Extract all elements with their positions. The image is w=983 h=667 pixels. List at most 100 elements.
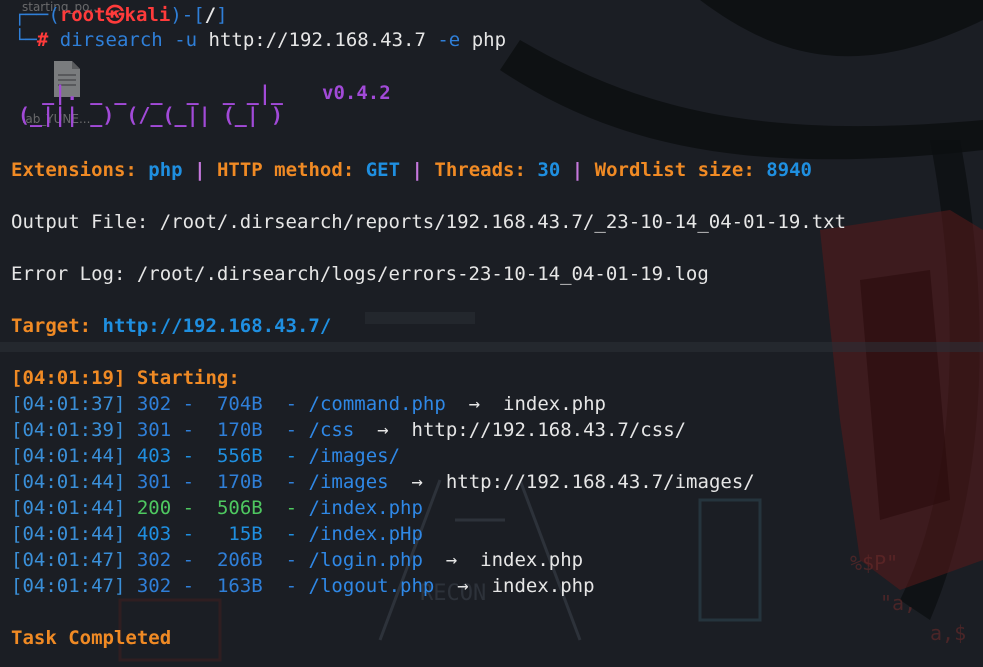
result-dash: - [182,549,195,571]
separator: | [194,159,206,181]
result-time: [04:01:37] [11,393,126,415]
http-method-label: HTTP method: [216,159,355,181]
result-dash: - [182,393,195,415]
starting-line: [04:01:19] Starting: [11,367,240,389]
result-dash: - [285,523,298,545]
threads-value: 30 [537,159,561,181]
result-dash: - [285,393,298,415]
prompt-corner: └─ [14,29,37,51]
extensions-label: Extensions: [11,159,137,181]
result-dash: - [285,497,298,519]
prompt-close: )-[ [170,4,205,26]
result-dash: - [285,419,298,441]
command-url: http://192.168.43.7 [208,29,426,51]
flag-u: -u [174,29,198,51]
result-path: /images [308,471,389,493]
dirsearch-banner: _|. _ _ _ _ _ _|_ (_||| _) (/_(_|| (_| ) [18,82,283,126]
result-time: [04:01:47] [11,549,126,571]
result-time: [04:01:39] [11,419,126,441]
result-status: 301 [136,419,172,441]
redirect-arrow: → [468,393,481,415]
result-dash: - [182,471,195,493]
separator: | [571,159,584,181]
shell-prompt-header: ┌──(root㉿kali)-[/] [14,2,228,28]
result-status: 302 [136,575,172,597]
result-row: [04:01:44] 403 - 556B - /images/ [11,443,981,469]
result-dash: - [182,497,195,519]
result-redirect: http://192.168.43.7/css/ [411,419,687,441]
result-redirect: index.php [491,575,595,597]
banner-art-line-2: (_||| _) (/_(_|| (_| ) [18,103,283,127]
redirect-arrow: → [377,419,389,441]
result-row: [04:01:44] 403 - 15B - /index.pHp [11,521,981,547]
result-row: [04:01:39] 301 - 170B - /css → http://19… [11,417,981,443]
result-redirect: index.php [503,393,606,415]
result-size: 506B [205,497,263,519]
prompt-user: root [59,4,106,26]
result-dash: - [285,549,298,571]
prompt-open: ┌──( [14,4,60,26]
terminal-output: Extensions: php | HTTP method: GET | Thr… [11,157,981,651]
result-row: [04:01:37] 302 - 704B - /command.php → i… [11,391,981,417]
redirect-arrow: → [445,549,458,571]
result-dash: - [182,523,195,545]
result-path: /login.php [308,549,423,571]
command-ext: php [471,29,507,51]
result-dash: - [182,419,195,441]
result-status: 302 [136,393,172,415]
command-line[interactable]: └─# dirsearch -u http://192.168.43.7 -e … [14,27,506,53]
result-time: [04:01:44] [11,471,126,493]
result-path: /index.php [308,497,423,519]
target-label: Target: [11,315,92,337]
wordlist-value: 8940 [766,159,812,181]
prompt-hash: # [36,29,49,51]
result-dash: - [182,445,195,467]
result-row: [04:01:44] 200 - 506B - /index.php [11,495,981,521]
prompt-at-symbol: ㉿ [105,4,125,26]
wordlist-label: Wordlist size: [594,159,755,181]
result-status: 403 [136,523,172,545]
redirect-arrow: → [411,471,423,493]
banner-art-line-1: _|. _ _ _ _ _ _|_ [18,81,283,105]
result-dash: - [285,471,298,493]
version-label: v0.4.2 [322,82,391,104]
result-time: [04:01:47] [11,575,126,597]
result-size: 163B [205,575,263,597]
result-path: /css [308,419,355,441]
result-dash: - [285,575,298,597]
result-path: /images/ [308,445,401,467]
target-url: http://192.168.43.7/ [102,315,332,337]
prompt-end: ] [216,4,228,26]
results-list: [04:01:37] 302 - 704B - /command.php → i… [11,391,981,599]
command-name: dirsearch [59,29,163,51]
result-redirect: http://192.168.43.7/images/ [445,471,755,493]
result-row: [04:01:44] 301 - 170B - /images → http:/… [11,469,981,495]
result-status: 302 [136,549,172,571]
redirect-arrow: → [457,575,469,597]
result-dash: - [285,445,298,467]
error-log-line: Error Log: /root/.dirsearch/logs/errors-… [11,263,709,285]
result-redirect: index.php [480,549,584,571]
result-row: [04:01:47] 302 - 163B - /logout.php → in… [11,573,981,599]
result-time: [04:01:44] [11,445,126,467]
result-row: [04:01:47] 302 - 206B - /login.php → ind… [11,547,981,573]
result-dash: - [182,575,195,597]
result-size: 15B [205,523,263,545]
task-completed: Task Completed [11,627,172,649]
http-method-value: GET [365,159,401,181]
config-line: Extensions: php | HTTP method: GET | Thr… [11,157,981,183]
result-status: 301 [136,471,172,493]
separator: | [411,159,423,181]
result-status: 403 [136,445,172,467]
result-status: 200 [136,497,172,519]
output-file-line: Output File: /root/.dirsearch/reports/19… [11,211,847,233]
result-time: [04:01:44] [11,523,126,545]
result-size: 206B [205,549,263,571]
result-time: [04:01:44] [11,497,126,519]
result-size: 170B [205,419,263,441]
result-path: /command.php [308,393,446,415]
flag-e: -e [437,29,461,51]
threads-label: Threads: [434,159,526,181]
prompt-dir: / [204,4,217,26]
prompt-host: kali [124,4,171,26]
